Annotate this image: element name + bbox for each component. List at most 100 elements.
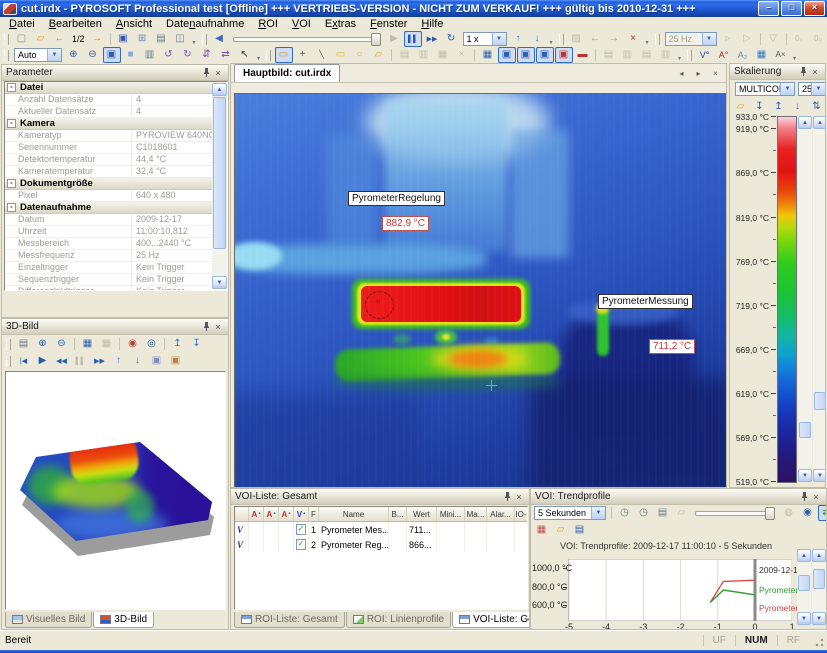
group-3-button[interactable]: ▤ — [638, 47, 656, 63]
speaker-button[interactable]: ◀ — [210, 31, 228, 47]
menu-ansicht[interactable]: Ansicht — [109, 18, 159, 30]
roi-add-button[interactable]: ▬ — [574, 47, 592, 63]
trend-copy-button[interactable]: ▤ — [571, 522, 589, 538]
pause-button[interactable]: ▌▌ — [404, 31, 422, 47]
menu-datenaufnahme[interactable]: Datenaufnahme — [159, 18, 251, 30]
toolbar-gripper[interactable] — [266, 50, 271, 61]
toolbar-gripper[interactable] — [6, 356, 11, 367]
draw-line-button[interactable]: ╲ — [313, 47, 331, 63]
toolbar-overflow-chevron[interactable]: ▾ — [547, 32, 556, 46]
pin-icon[interactable] — [798, 491, 810, 502]
close-icon[interactable]: × — [809, 66, 821, 77]
parameter-group-kamera[interactable]: -Kamera — [5, 118, 227, 130]
pointer-button[interactable]: ↖ — [236, 47, 254, 63]
toolbar-overflow-chevron[interactable]: ▾ — [675, 48, 684, 62]
trend-open-button[interactable]: ▱ — [552, 522, 570, 538]
trend-table-button[interactable]: ▦ — [533, 522, 551, 538]
tab-visuelles-bild[interactable]: Visuelles Bild — [5, 612, 92, 628]
fast-forward-button[interactable]: ▶▶ — [423, 31, 441, 47]
thermal-image[interactable]: + PyrometerRegelung 882,9 °C PyrometerMe… — [234, 93, 727, 488]
tab-roi-linienprofile[interactable]: ROI: Linienprofile — [346, 612, 451, 628]
p3d-pause-button[interactable]: ▌▌ — [72, 353, 90, 369]
trend-scrollbar-2[interactable]: ▲▼ — [812, 549, 826, 625]
parameter-group-dokumentgröße[interactable]: -Dokumentgröße — [5, 178, 227, 190]
zoom-mode-select[interactable]: Auto▼ — [14, 48, 62, 62]
delete-roi-button[interactable]: × — [453, 47, 471, 63]
close-icon[interactable]: × — [810, 491, 822, 502]
flip-vertical-button[interactable]: ⇵ — [198, 47, 216, 63]
levels-select[interactable]: 256 ▼ — [798, 82, 826, 96]
scale-shift-up-button[interactable]: ↥ — [770, 99, 788, 115]
toolbar-gripper[interactable] — [655, 34, 660, 45]
export-3d-button[interactable]: ▤ — [15, 336, 33, 352]
visibility-checkbox[interactable]: ✓ — [296, 539, 306, 550]
minimize-button[interactable]: – — [758, 1, 779, 16]
parameter-group-datei[interactable]: -Datei — [5, 82, 227, 94]
center-view-button[interactable]: ◎ — [143, 336, 161, 352]
roi-edit-3-button[interactable]: ▣ — [536, 47, 554, 63]
history-back-button[interactable]: ← — [586, 31, 604, 47]
tab-close-button[interactable]: × — [708, 66, 723, 81]
trend-settings-button[interactable]: ◷ — [616, 505, 634, 521]
draw-point-button[interactable]: + — [294, 47, 312, 63]
voi-table[interactable]: A▪A▪A▪V▪FNameB...WertMini...Ma...Alar...… — [234, 506, 528, 610]
trend-export-button[interactable]: ▤ — [654, 505, 672, 521]
scroll-thumb[interactable] — [798, 575, 810, 591]
scroll-thumb[interactable] — [213, 97, 226, 249]
menu-extras[interactable]: Extras — [318, 18, 363, 30]
scroll-down-icon[interactable]: ▼ — [812, 612, 826, 625]
p3d-forward-button[interactable]: ▶▶ — [91, 353, 109, 369]
roi-label-messung[interactable]: PyrometerMessung — [598, 294, 693, 309]
snapshot-3d-button[interactable]: ▣ — [167, 353, 185, 369]
flip-horizontal-button[interactable]: ⇄ — [217, 47, 235, 63]
trend-view-button[interactable]: ◉ — [799, 505, 817, 521]
scroll-thumb[interactable] — [813, 569, 825, 589]
p3d-play-button[interactable]: ▶ — [34, 353, 52, 369]
toolbar-overflow-chevron[interactable]: ▾ — [190, 32, 199, 46]
scroll-up-icon[interactable]: ▲ — [798, 116, 812, 129]
grid-fine-button[interactable]: ▦ — [79, 336, 97, 352]
trend-range-select[interactable]: 5 Sekunden▼ — [534, 506, 606, 520]
group-4-button[interactable]: ▥ — [657, 47, 675, 63]
table-row[interactable]: V✓1Pyrometer Mes...711... — [235, 522, 527, 537]
print-button[interactable]: ▤ — [152, 31, 170, 47]
tab-3d-bild[interactable]: 3D-Bild — [93, 612, 154, 628]
rotate-right-button[interactable]: ↻ — [179, 47, 197, 63]
p3d-up-button[interactable]: ↑ — [110, 353, 128, 369]
toolbar-gripper[interactable] — [202, 34, 207, 45]
alarm-a-doc-icon[interactable]: A▪ — [264, 507, 279, 522]
copy-button[interactable]: ⊞ — [133, 31, 151, 47]
trend-panel-titlebar[interactable]: VOI: Trendprofile × — [531, 489, 826, 505]
roi-edit-4-button[interactable]: ▣ — [555, 47, 573, 63]
trend-live-button[interactable]: ⇄ — [818, 505, 827, 521]
voi-panel-titlebar[interactable]: VOI-Liste: Gesamt × — [231, 489, 529, 505]
menu-fenster[interactable]: Fenster — [363, 18, 414, 30]
scroll-down-icon[interactable]: ▼ — [798, 469, 812, 482]
trend-pause-button[interactable]: ◍ — [780, 505, 798, 521]
actual-size-button[interactable]: ■ — [122, 47, 140, 63]
pin-icon[interactable] — [200, 321, 212, 332]
pin-icon[interactable] — [501, 491, 513, 502]
parameter-panel-titlebar[interactable]: Parameter × — [2, 65, 228, 81]
remove-marker-button[interactable]: × — [624, 31, 642, 47]
copy-roi-button[interactable]: ▥ — [415, 47, 433, 63]
p3d-down-button[interactable]: ↓ — [129, 353, 147, 369]
p3d-zoom-in-button[interactable]: ⊕ — [34, 336, 52, 352]
zero-cal-2-button[interactable]: 0₀ — [809, 31, 827, 47]
palette-select[interactable]: MULTICOLOR ▼ — [735, 82, 795, 96]
trend-scrollbar-1[interactable]: ▲▼ — [797, 549, 811, 625]
grid-button[interactable]: ▥ — [141, 47, 159, 63]
new-document-button[interactable]: ▢ — [13, 31, 31, 47]
play-button[interactable]: ▶ — [385, 31, 403, 47]
scale-min-button[interactable]: ↓ — [789, 99, 807, 115]
trend-add-button[interactable]: ◷ — [635, 505, 653, 521]
parameter-group-datenaufnahme[interactable]: -Datenaufnahme — [5, 202, 227, 214]
next-dataset-button[interactable]: → — [88, 31, 106, 47]
draw-ellipse-button[interactable]: ○ — [351, 47, 369, 63]
frequency-select[interactable]: 25 Hz▼ — [665, 32, 717, 46]
link-windows-button[interactable]: ▨ — [567, 31, 585, 47]
scale-max-scrollbar[interactable]: ▲▼ — [798, 116, 812, 482]
frame-up-button[interactable]: ↑ — [509, 31, 527, 47]
visibility-checkbox[interactable]: ✓ — [296, 524, 306, 535]
roi-select-button[interactable]: ▭ — [275, 47, 293, 63]
